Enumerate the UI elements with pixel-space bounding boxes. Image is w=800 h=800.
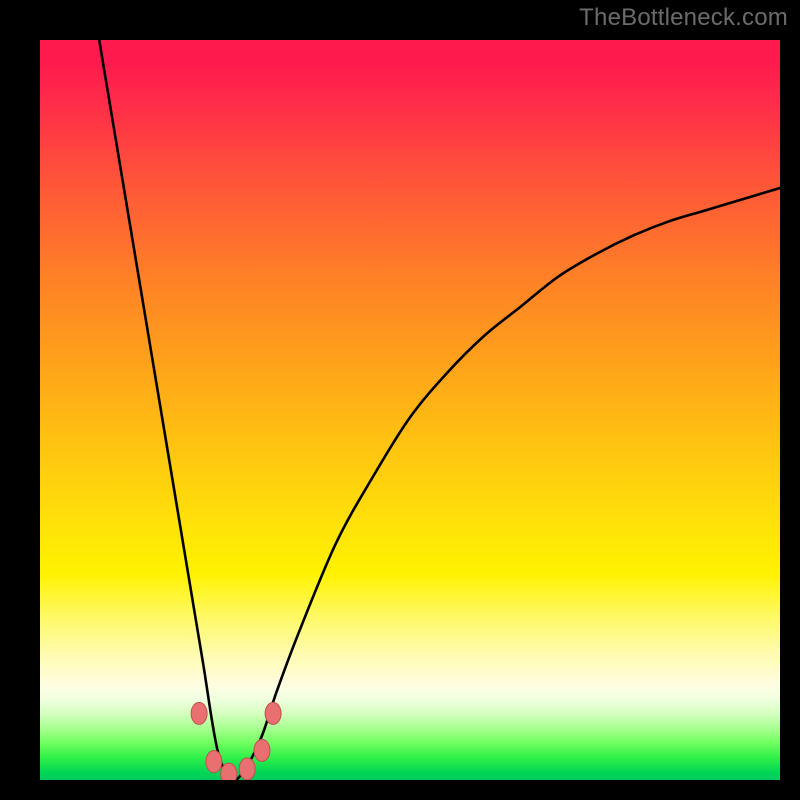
trough-marker	[239, 758, 255, 780]
trough-marker	[221, 763, 237, 780]
plot-area	[40, 40, 780, 780]
trough-marker	[265, 702, 281, 724]
trough-marker	[191, 702, 207, 724]
chart-frame: TheBottleneck.com	[0, 0, 800, 800]
trough-markers	[191, 702, 281, 780]
trough-marker	[254, 739, 270, 761]
curve-layer	[40, 40, 780, 780]
trough-marker	[206, 751, 222, 773]
watermark-text: TheBottleneck.com	[579, 4, 788, 32]
bottleneck-curve	[99, 40, 780, 780]
